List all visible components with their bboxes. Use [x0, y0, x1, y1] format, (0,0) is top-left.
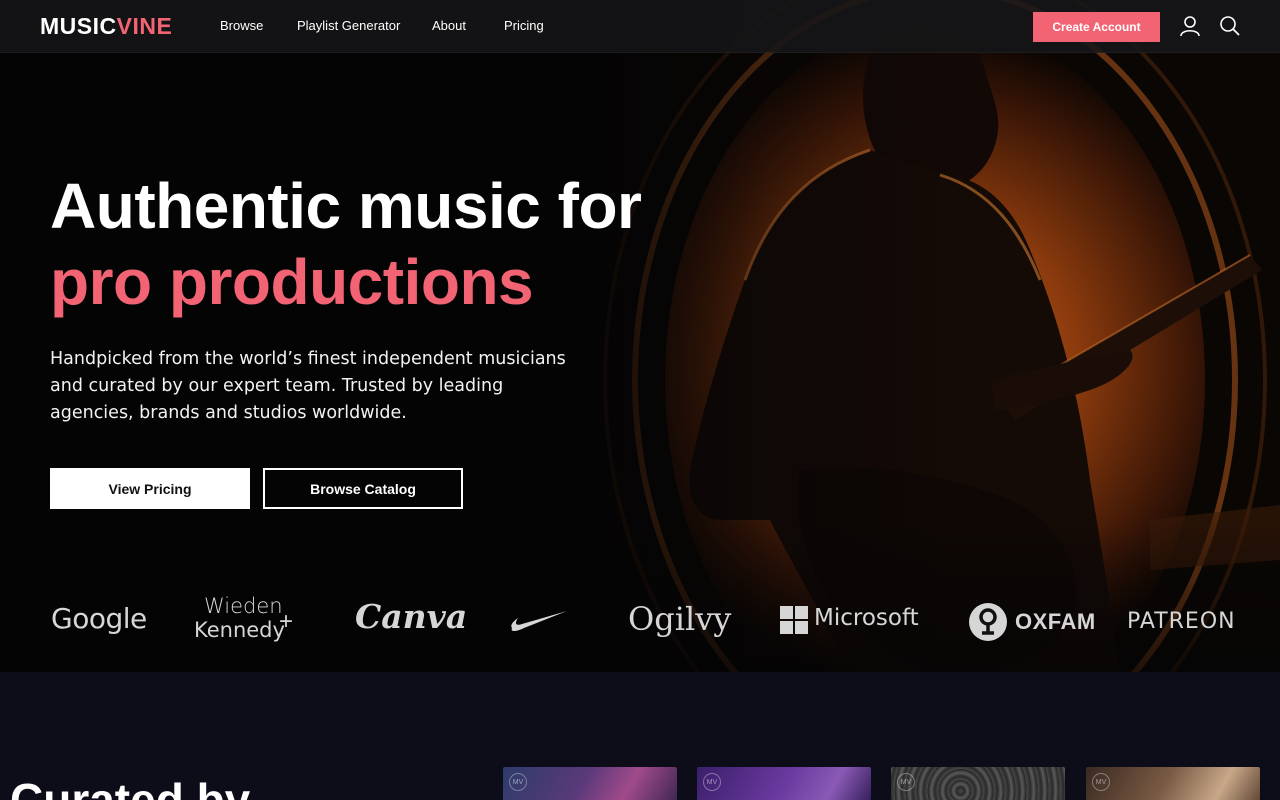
musicvine-mark-icon: MV — [897, 773, 915, 791]
microsoft-text: Microsoft — [814, 605, 919, 631]
create-account-button[interactable]: Create Account — [1033, 12, 1160, 42]
playlist-thumbnail[interactable]: MV — [891, 767, 1065, 800]
top-navigation: MUSICVINE Browse Playlist Generator Abou… — [0, 0, 1280, 53]
ogilvy-logo: Ogilvy — [628, 600, 732, 638]
playlist-thumbnail[interactable]: MV — [503, 767, 677, 800]
hero-section — [0, 0, 1280, 672]
nav-link-browse[interactable]: Browse — [220, 18, 263, 33]
hero-bottom-overlay — [0, 520, 1280, 672]
hero-title-line2: pro productions — [50, 246, 534, 318]
google-logo: Google — [51, 602, 147, 635]
wieden-text: Wieden — [204, 594, 283, 618]
musicvine-mark-icon: MV — [1092, 773, 1110, 791]
hero-title-line1: Authentic music for — [50, 170, 642, 242]
browse-catalog-button[interactable]: Browse Catalog — [263, 468, 463, 509]
logo-text-music: MUSIC — [40, 13, 117, 39]
oxfam-emblem-icon — [969, 603, 1007, 641]
nike-swoosh-icon — [511, 611, 567, 631]
nav-link-playlist-generator[interactable]: Playlist Generator — [297, 18, 400, 33]
musicvine-mark-icon: MV — [703, 773, 721, 791]
kennedy-text: Kennedy — [194, 618, 285, 642]
musicvine-mark-icon: MV — [509, 773, 527, 791]
nav-link-pricing[interactable]: Pricing — [504, 18, 544, 33]
hero-description: Handpicked from the world’s finest indep… — [50, 349, 566, 423]
wieden-plus-mark: + — [279, 608, 294, 635]
oxfam-logo: OXFAM — [968, 602, 1095, 642]
curated-heading: Curated by — [10, 774, 251, 800]
search-icon[interactable] — [1219, 15, 1241, 37]
canva-logo: Canva — [355, 597, 468, 636]
playlist-thumbnail[interactable]: MV — [697, 767, 871, 800]
logo-text-vine: VINE — [116, 13, 173, 39]
oxfam-text: OXFAM — [1015, 609, 1096, 634]
patreon-logo: PATREON — [1127, 609, 1236, 634]
user-icon[interactable] — [1179, 15, 1201, 37]
view-pricing-button[interactable]: View Pricing — [50, 468, 250, 509]
musicvine-logo[interactable]: MUSICVINE — [40, 13, 172, 40]
microsoft-logo: Microsoft — [780, 605, 920, 634]
microsoft-windows-icon — [780, 606, 808, 634]
wieden-kennedy-logo: Wieden Kennedy + — [194, 594, 304, 646]
nav-link-about[interactable]: About — [432, 18, 466, 33]
playlist-thumbnail[interactable]: MV — [1086, 767, 1260, 800]
